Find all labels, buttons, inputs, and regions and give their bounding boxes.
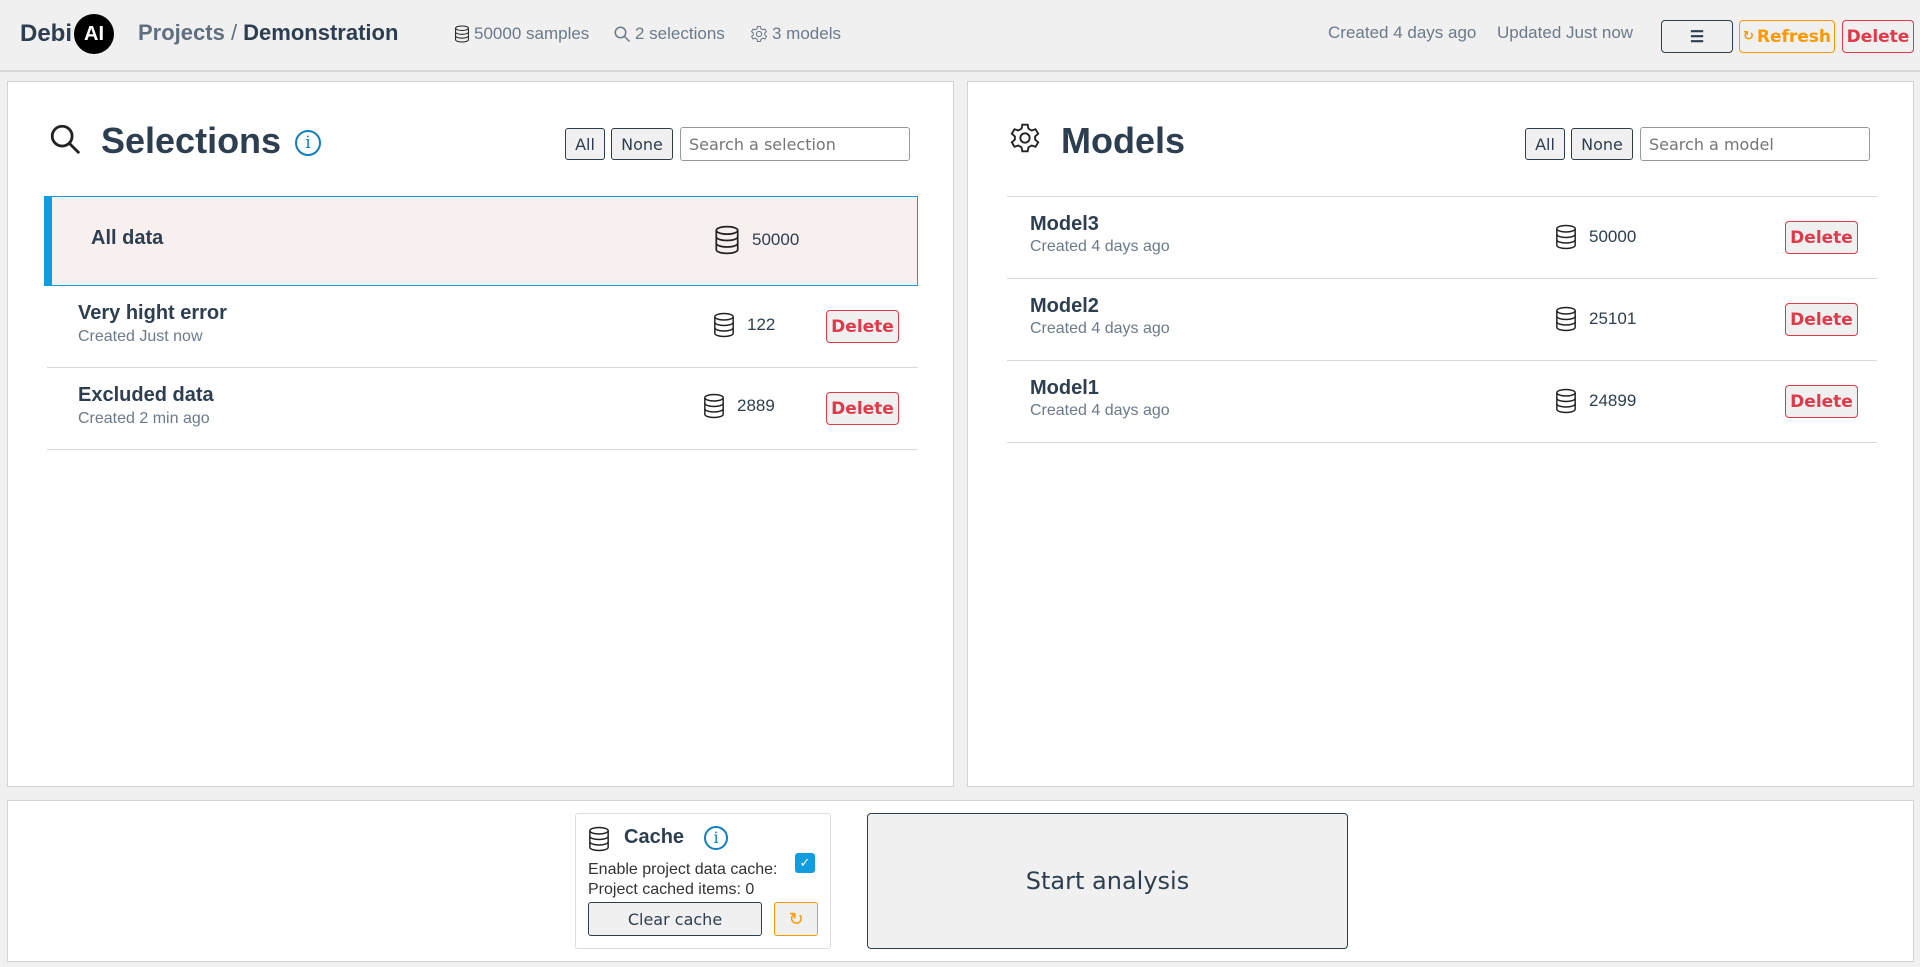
model-created: Created 4 days ago bbox=[1030, 320, 1170, 337]
gear-icon bbox=[750, 25, 768, 43]
selection-row-all-data[interactable]: All data 50000 bbox=[44, 196, 918, 286]
bottom-bar: Cache i Enable project data cache: ✓ Pro… bbox=[7, 800, 1914, 962]
selection-search-input[interactable] bbox=[680, 127, 910, 161]
delete-project-button[interactable]: Delete bbox=[1842, 20, 1914, 53]
search-icon bbox=[48, 122, 82, 156]
samples-stat: 50000 samples bbox=[454, 24, 589, 44]
selection-created: Created Just now bbox=[78, 328, 203, 345]
model-count: 24899 bbox=[1555, 388, 1636, 414]
cache-enable-label: Enable project data cache: bbox=[588, 861, 778, 878]
cache-info-icon[interactable]: i bbox=[704, 826, 728, 850]
selection-name: Excluded data bbox=[78, 384, 214, 406]
selections-stat: 2 selections bbox=[613, 24, 725, 44]
selection-row[interactable]: Very hight error Created Just now 122 De… bbox=[47, 286, 918, 368]
breadcrumb-separator: / bbox=[224, 20, 244, 45]
created-date: Created 4 days ago bbox=[1328, 23, 1477, 42]
database-icon bbox=[1555, 388, 1577, 414]
count-value: 50000 bbox=[752, 230, 800, 249]
start-analysis-button[interactable]: Start analysis bbox=[867, 813, 1348, 949]
cache-title: Cache bbox=[624, 826, 685, 848]
settings-button[interactable]: ☰ bbox=[1661, 20, 1733, 53]
model-count: 50000 bbox=[1555, 224, 1636, 250]
selection-count: 122 bbox=[713, 312, 775, 338]
refresh-button[interactable]: ↻ Refresh bbox=[1739, 20, 1835, 53]
delete-selection-button[interactable]: Delete bbox=[826, 392, 899, 425]
select-none-selections-button[interactable]: None bbox=[611, 128, 673, 160]
model-row[interactable]: Model1 Created 4 days ago 24899 Delete bbox=[1007, 361, 1877, 443]
model-created: Created 4 days ago bbox=[1030, 238, 1170, 255]
samples-count: 50000 samples bbox=[474, 24, 590, 43]
delete-model-button[interactable]: Delete bbox=[1785, 385, 1858, 418]
selection-count: 50000 bbox=[714, 225, 799, 255]
select-all-models-button[interactable]: All bbox=[1525, 128, 1565, 160]
delete-model-button[interactable]: Delete bbox=[1785, 221, 1858, 254]
database-icon bbox=[588, 826, 610, 852]
refresh-label: Refresh bbox=[1756, 26, 1832, 47]
selections-title: Selections bbox=[101, 120, 282, 161]
refresh-cache-button[interactable]: ↻ bbox=[774, 902, 818, 936]
count-value: 122 bbox=[747, 315, 776, 334]
model-count: 25101 bbox=[1555, 306, 1636, 332]
selection-row[interactable]: Excluded data Created 2 min ago 2889 Del… bbox=[47, 368, 918, 450]
model-name: Model3 bbox=[1030, 213, 1099, 235]
count-value: 2889 bbox=[737, 396, 775, 415]
breadcrumb-projects-link[interactable]: Projects bbox=[138, 20, 225, 45]
gear-icon bbox=[1009, 122, 1041, 154]
cache-box: Cache i Enable project data cache: ✓ Pro… bbox=[575, 813, 831, 949]
selection-name: Very hight error bbox=[78, 302, 227, 324]
models-count: 3 models bbox=[772, 24, 841, 43]
database-icon bbox=[454, 25, 470, 43]
selections-panel: Selections i All None All data 50000 Ver… bbox=[7, 81, 954, 787]
count-value: 50000 bbox=[1589, 227, 1637, 246]
delete-selection-button[interactable]: Delete bbox=[826, 310, 899, 343]
refresh-icon: ↻ bbox=[788, 908, 804, 930]
breadcrumb: Projects / Demonstration bbox=[138, 20, 398, 46]
info-icon[interactable]: i bbox=[295, 130, 321, 156]
logo-badge: AI bbox=[74, 14, 115, 54]
model-created: Created 4 days ago bbox=[1030, 402, 1170, 419]
selections-count: 2 selections bbox=[635, 24, 725, 43]
model-row[interactable]: Model3 Created 4 days ago 50000 Delete bbox=[1007, 197, 1877, 279]
refresh-icon: ↻ bbox=[1742, 29, 1754, 44]
select-all-selections-button[interactable]: All bbox=[565, 128, 605, 160]
models-panel: Models All None Model3 Created 4 days ag… bbox=[967, 81, 1914, 787]
cache-items-count: Project cached items: 0 bbox=[588, 881, 755, 898]
selection-count: 2889 bbox=[703, 393, 775, 419]
model-name: Model2 bbox=[1030, 295, 1099, 317]
database-icon bbox=[1555, 224, 1577, 250]
clear-cache-button[interactable]: Clear cache bbox=[588, 902, 762, 936]
logo-text: Debi bbox=[20, 20, 73, 47]
select-none-models-button[interactable]: None bbox=[1571, 128, 1633, 160]
model-name: Model1 bbox=[1030, 377, 1099, 399]
breadcrumb-current: Demonstration bbox=[243, 20, 399, 45]
selection-name: All data bbox=[91, 227, 164, 249]
database-icon bbox=[713, 312, 735, 338]
database-icon bbox=[1555, 306, 1577, 332]
search-icon bbox=[613, 25, 631, 43]
model-row[interactable]: Model2 Created 4 days ago 25101 Delete bbox=[1007, 279, 1877, 361]
database-icon bbox=[703, 393, 725, 419]
model-search-input[interactable] bbox=[1640, 127, 1870, 161]
models-title: Models bbox=[1061, 120, 1186, 161]
count-value: 24899 bbox=[1589, 391, 1637, 410]
debiai-logo[interactable]: Debi AI bbox=[20, 14, 115, 54]
selection-created: Created 2 min ago bbox=[78, 410, 210, 427]
updated-date: Updated Just now bbox=[1497, 23, 1634, 42]
count-value: 25101 bbox=[1589, 309, 1637, 328]
database-icon bbox=[714, 225, 740, 255]
sliders-icon: ☰ bbox=[1689, 28, 1705, 46]
top-header: Debi AI Projects / Demonstration 50000 sa… bbox=[0, 0, 1920, 72]
cache-enable-checkbox[interactable]: ✓ bbox=[795, 853, 815, 873]
delete-model-button[interactable]: Delete bbox=[1785, 303, 1858, 336]
models-stat: 3 models bbox=[750, 24, 841, 44]
